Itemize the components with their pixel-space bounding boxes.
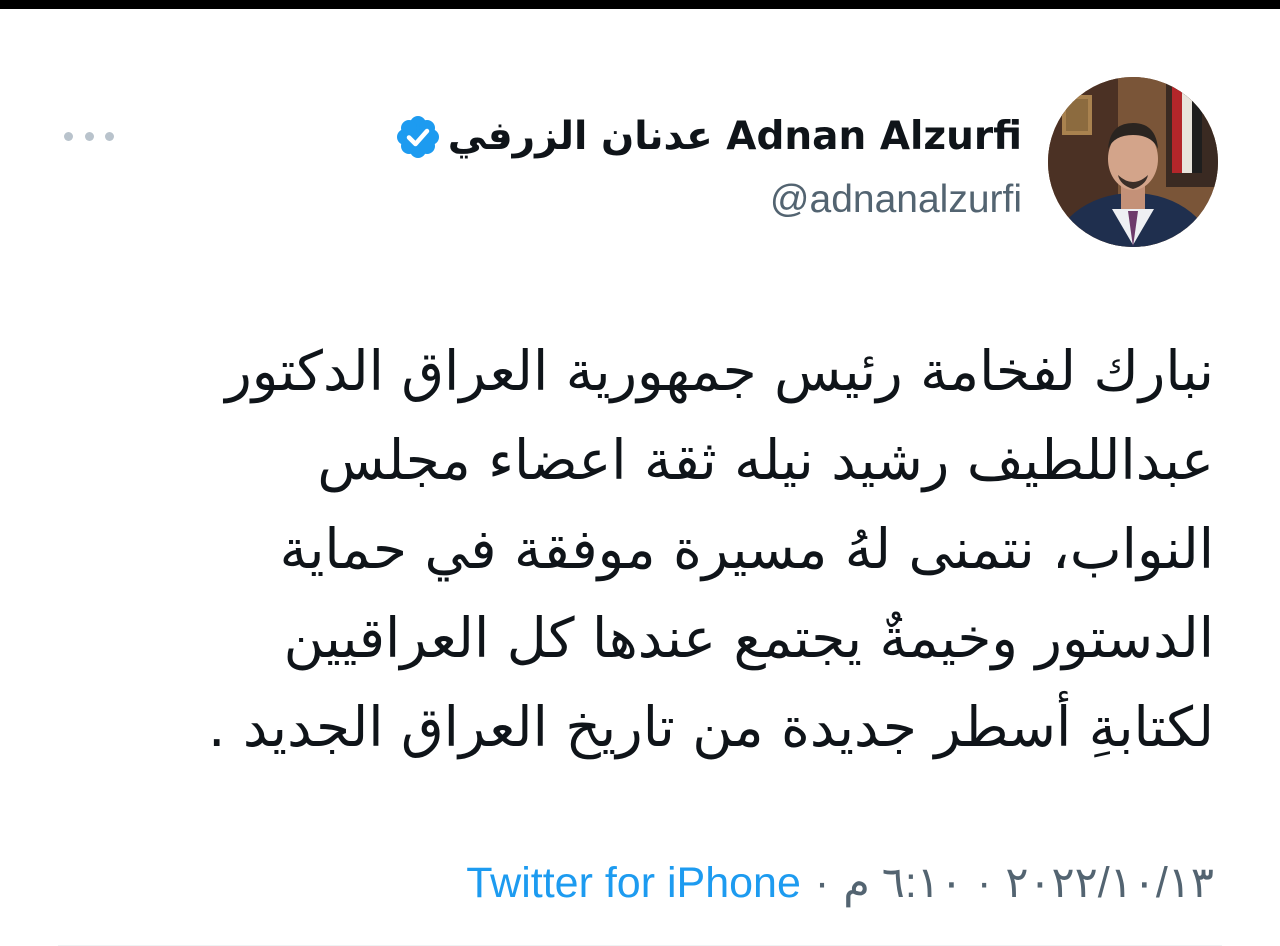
more-options-button[interactable]	[64, 121, 114, 151]
tweet-text-line: النواب، نتمنى لهُ مسيرة موفقة في حماية	[279, 517, 1214, 581]
meta-separator: ·	[814, 858, 830, 907]
tweet-text: نبارك لفخامة رئيس جمهورية العراق الدكتور…	[114, 327, 1214, 772]
more-dots-icon	[84, 131, 94, 141]
verified-badge-icon	[396, 116, 439, 158]
tweet-card: عدنان الزرفي Adnan Alzurfi @adnanalzurfi…	[0, 9, 1280, 946]
tweet-text-line: لكتابةِ أسطر جديدة من تاريخ العراق الجدي…	[207, 695, 1214, 759]
author-name-row[interactable]: عدنان الزرفي Adnan Alzurfi	[396, 109, 1022, 165]
author-handle[interactable]: @adnanalzurfi	[770, 175, 1022, 225]
tweet-source-link[interactable]: Twitter for iPhone	[466, 859, 801, 908]
more-dots-icon	[64, 131, 73, 141]
tweet-text-line: عبداللطيف رشيد نيله ثقة اعضاء مجلس	[317, 428, 1214, 492]
more-dots-icon	[105, 131, 114, 141]
top-edge-bar	[0, 0, 1280, 9]
tweet-date[interactable]: ٢٠٢٢/١٠/١٣	[1005, 858, 1214, 908]
profile-photo	[1048, 77, 1218, 247]
tweet-metadata: Twitter for iPhone · ٦:١٠ م · ٢٠٢٢/١٠/١٣	[466, 853, 1214, 913]
tweet-time[interactable]: ٦:١٠ م	[843, 858, 963, 908]
author-name[interactable]: عدنان الزرفي Adnan Alzurfi	[448, 109, 1022, 165]
avatar[interactable]	[1048, 77, 1218, 247]
tweet-text-line: الدستور وخيمةٌ يجتمع عندها كل العراقيين	[283, 606, 1214, 670]
meta-separator: ·	[977, 858, 992, 907]
tweet-text-line: نبارك لفخامة رئيس جمهورية العراق الدكتور	[225, 339, 1214, 403]
